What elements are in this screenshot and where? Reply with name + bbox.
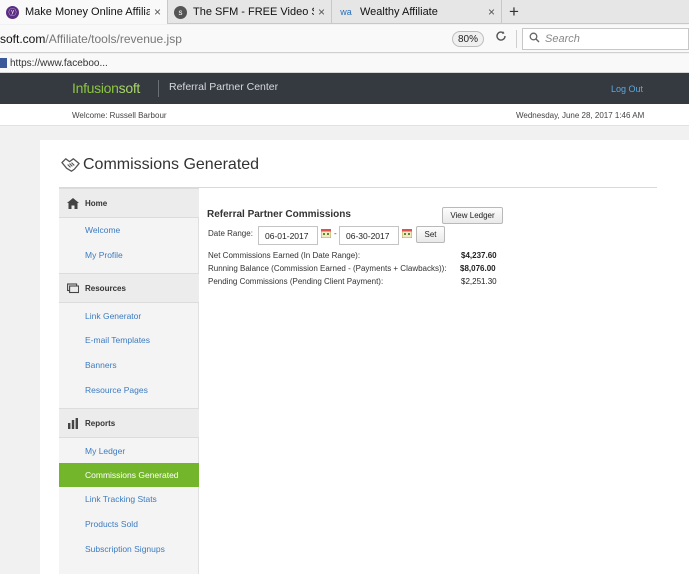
tab-favicon-icon: ⓨ [6, 5, 19, 19]
sidebar-item-welcome[interactable]: Welcome [59, 218, 199, 242]
handshake-icon [61, 158, 80, 172]
current-datetime: Wednesday, June 28, 2017 1:46 AM [516, 111, 645, 120]
tab-close-icon[interactable]: × [154, 5, 161, 19]
logo-soft: soft [118, 80, 141, 96]
section-heading: Referral Partner Commissions [207, 209, 351, 220]
url-host: soft.com [0, 32, 46, 46]
tab-close-icon[interactable]: × [488, 5, 495, 19]
app-header: Infusionsoft Referral Partner Center Log… [0, 73, 689, 104]
sidebar-section-label: Reports [85, 418, 116, 428]
tab-close-icon[interactable]: × [318, 5, 325, 19]
running-balance-label: Running Balance (Commission Earned - (Pa… [208, 264, 447, 273]
sidebar-item-email-templates[interactable]: E-mail Templates [59, 328, 199, 352]
page-title: Commissions Generated [61, 155, 259, 174]
infusionsoft-logo[interactable]: Infusionsoft [72, 80, 140, 96]
bar-chart-icon [68, 417, 78, 429]
page-title-text: Commissions Generated [83, 155, 260, 173]
calendar-icon[interactable] [402, 229, 412, 238]
sidebar-item-link-generator[interactable]: Link Generator [59, 304, 199, 328]
search-placeholder: Search [545, 33, 580, 45]
sidebar-item-banners[interactable]: Banners [59, 353, 199, 377]
resources-icon [67, 282, 79, 293]
pending-commissions-label: Pending Commissions (Pending Client Paym… [208, 277, 384, 286]
bookmark-link[interactable]: https://www.faceboo... [10, 58, 108, 69]
address-bar[interactable]: soft.com/Affiliate/tools/revenue.jsp [0, 29, 515, 49]
bookmarks-bar: https://www.faceboo... [0, 54, 689, 73]
browser-tab-wealthy-affiliate[interactable]: wa Wealthy Affiliate × [332, 0, 502, 24]
header-divider [158, 80, 159, 97]
facebook-icon [0, 58, 7, 68]
net-commissions-label: Net Commissions Earned (In Date Range): [208, 251, 361, 260]
calendar-icon[interactable] [321, 229, 331, 238]
date-range-label: Date Range: [208, 229, 253, 238]
browser-tab-sfm[interactable]: s The SFM - FREE Video Series × [168, 0, 332, 24]
portal-name: Referral Partner Center [169, 81, 279, 93]
pending-commissions-value: $2,251.30 [461, 277, 497, 286]
sidebar-item-resource-pages[interactable]: Resource Pages [59, 378, 199, 402]
browser-nav-bar: soft.com/Affiliate/tools/revenue.jsp 80%… [0, 25, 689, 53]
end-date-input[interactable]: 06-30-2017 [339, 226, 399, 245]
tab-favicon-icon: wa [340, 7, 352, 17]
start-date-input[interactable]: 06-01-2017 [258, 226, 318, 245]
zoom-level-button[interactable]: 80% [452, 31, 485, 47]
sidebar-item-link-tracking-stats[interactable]: Link Tracking Stats [59, 487, 199, 511]
sidebar: Home Welcome My Profile Resources Link G… [59, 188, 199, 574]
tab-title: The SFM - FREE Video Series [193, 6, 314, 18]
sidebar-section-label: Resources [85, 283, 126, 293]
tab-title: Wealthy Affiliate [360, 6, 438, 18]
home-icon [67, 197, 79, 209]
welcome-text: Welcome: Russell Barbour [72, 111, 167, 120]
date-range-separator: - [334, 229, 337, 238]
content-card: Commissions Generated Home Welcome My Pr… [40, 140, 689, 574]
tab-title: Make Money Online Affiliate [25, 6, 150, 18]
running-balance-value: $8,076.00 [460, 264, 496, 273]
net-commissions-value: $4,237.60 [461, 251, 497, 260]
search-icon [529, 32, 540, 46]
sidebar-item-products-sold[interactable]: Products Sold [59, 512, 199, 536]
sidebar-item-my-ledger[interactable]: My Ledger [59, 439, 199, 463]
browser-tab-strip: ⓨ Make Money Online Affiliate × s The SF… [0, 0, 689, 24]
sidebar-item-commissions-generated[interactable]: Commissions Generated [59, 463, 199, 487]
sidebar-section-home: Home [59, 188, 199, 218]
sidebar-section-reports: Reports [59, 408, 199, 438]
welcome-bar: Welcome: Russell Barbour Wednesday, June… [0, 104, 689, 126]
view-ledger-button[interactable]: View Ledger [442, 207, 503, 224]
browser-tab-make-money[interactable]: ⓨ Make Money Online Affiliate × [0, 0, 168, 24]
url-path: /Affiliate/tools/revenue.jsp [45, 32, 182, 46]
toolbar-separator [516, 30, 517, 48]
sidebar-section-resources: Resources [59, 273, 199, 303]
sidebar-section-label: Home [85, 198, 108, 208]
sidebar-item-my-profile[interactable]: My Profile [59, 243, 199, 267]
reload-icon[interactable] [495, 30, 507, 45]
set-date-button[interactable]: Set [416, 226, 445, 243]
sidebar-item-subscription-signups[interactable]: Subscription Signups [59, 537, 199, 561]
new-tab-button[interactable]: + [502, 0, 526, 24]
tab-favicon-icon: s [174, 5, 187, 19]
search-box[interactable]: Search [522, 28, 689, 50]
logo-main: Infusion [72, 80, 119, 96]
logout-link[interactable]: Log Out [611, 84, 643, 94]
